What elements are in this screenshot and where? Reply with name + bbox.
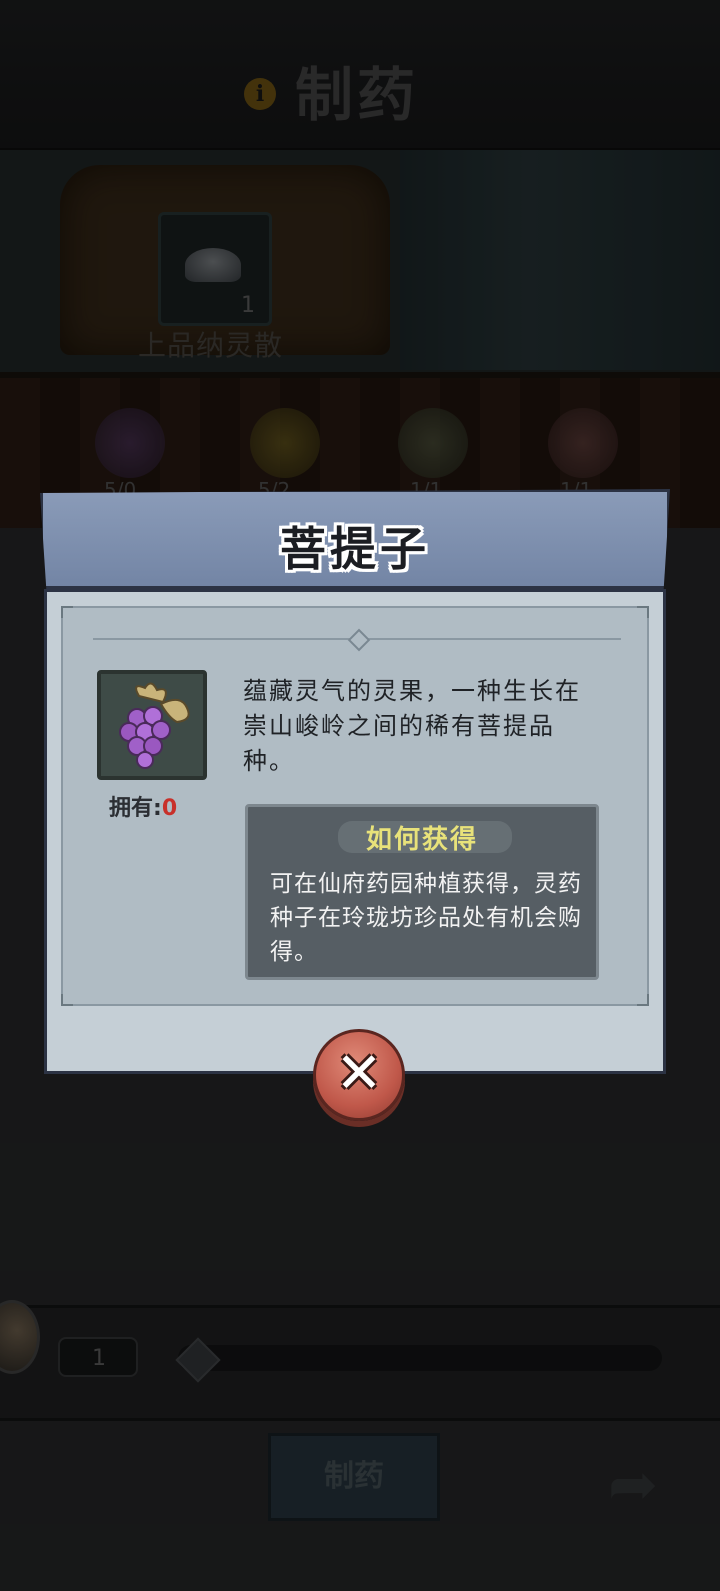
close-icon: ✕ bbox=[335, 1041, 383, 1106]
item-icon-frame bbox=[97, 670, 207, 780]
corner-ornament bbox=[637, 994, 649, 1006]
dialog-title: 菩提子 bbox=[280, 522, 430, 576]
corner-ornament bbox=[61, 994, 73, 1006]
corner-ornament bbox=[637, 606, 649, 618]
corner-ornament bbox=[61, 606, 73, 618]
item-description: 蕴藏灵气的灵果，一种生长在崇山峻岭之间的稀有菩提品种。 bbox=[243, 677, 581, 775]
info-panel: 拥有:0 蕴藏灵气的灵果，一种生长在崇山峻岭之间的稀有菩提品种。 如何获得 可在… bbox=[61, 606, 649, 1006]
owned-count: 拥有:0 bbox=[109, 790, 177, 822]
owned-value: 0 bbox=[161, 796, 178, 821]
close-button[interactable]: ✕ bbox=[313, 1029, 405, 1121]
how-to-obtain-box: 如何获得 可在仙府药园种植获得，灵药种子在玲珑坊珍品处有机会购得。 bbox=[245, 804, 599, 980]
item-detail-dialog: 菩提子 拥有:0 蕴藏灵气的灵果，一种生长在崇山峻岭之间的稀有菩提品种。 如何获… bbox=[40, 489, 670, 1121]
obtain-title: 如何获得 bbox=[365, 825, 478, 855]
owned-label: 拥有: bbox=[109, 796, 162, 821]
screen: i 制药 1 上品纳灵散 5/0 5/2 1/1 1/1 1 制药 ➦ 菩提子 bbox=[0, 0, 720, 1591]
dialog-body: 拥有:0 蕴藏灵气的灵果，一种生长在崇山峻岭之间的稀有菩提品种。 如何获得 可在… bbox=[44, 589, 666, 1074]
obtain-description: 可在仙府药园种植获得，灵药种子在玲珑坊珍品处有机会购得。 bbox=[270, 871, 582, 965]
divider-ornament bbox=[347, 628, 371, 652]
bodhi-fruit-icon bbox=[119, 682, 190, 769]
